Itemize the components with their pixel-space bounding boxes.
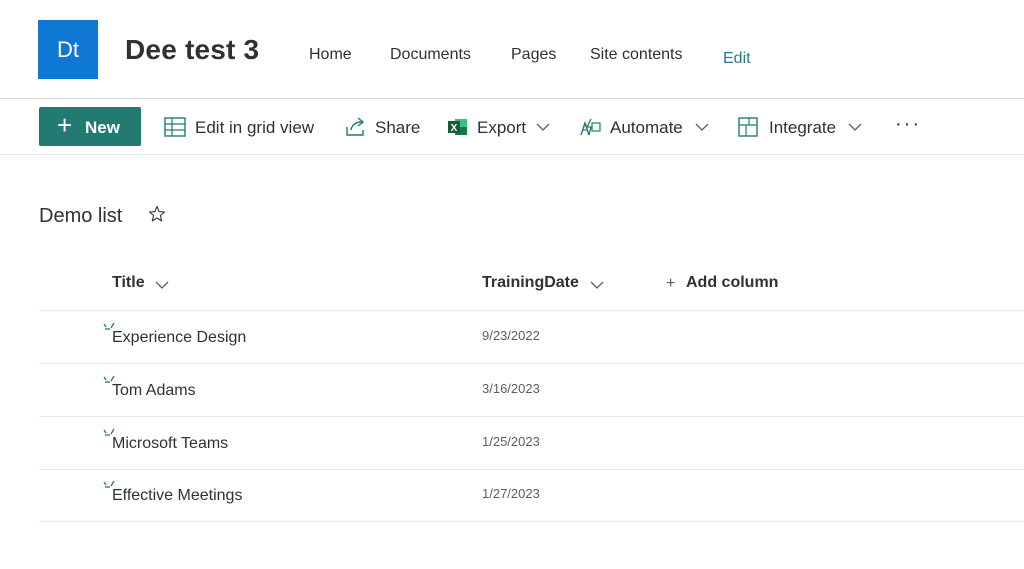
table-row[interactable]: Effective Meetings 1/27/2023 [39,469,1024,522]
plus-icon: + [57,110,73,140]
row-date: 1/27/2023 [482,486,540,501]
add-column-button[interactable]: Add column [686,274,778,292]
export-button[interactable]: X Export [447,99,557,155]
row-title[interactable]: Effective Meetings [112,487,242,505]
chevron-down-icon [848,123,862,131]
column-header-title[interactable]: Title [112,274,145,292]
site-header: Dt Dee test 3 Home Documents Pages Site … [0,0,1024,99]
automate-label: Automate [610,118,683,137]
table-row[interactable]: Experience Design 9/23/2022 [39,311,1024,364]
nav-link-site-contents[interactable]: Site contents [590,46,683,64]
automate-button[interactable]: Automate [579,99,714,155]
row-title[interactable]: Experience Design [112,329,246,347]
share-button[interactable]: Share [345,99,425,155]
nav-link-pages[interactable]: Pages [511,46,556,64]
nav-link-documents[interactable]: Documents [390,46,471,64]
edit-grid-view-label: Edit in grid view [195,118,315,137]
table-row[interactable]: Tom Adams 3/16/2023 [39,364,1024,417]
row-title[interactable]: Tom Adams [112,382,196,400]
chevron-down-icon[interactable] [155,278,169,292]
grid-icon [164,117,186,137]
share-label: Share [375,118,421,137]
chevron-down-icon [536,123,550,131]
new-button[interactable]: + New [39,107,141,146]
automate-icon [580,118,601,136]
row-date: 1/25/2023 [482,434,540,449]
svg-text:X: X [451,123,458,134]
share-icon [346,117,365,136]
command-bar: + New Edit in grid view Share X Export A… [0,99,1024,155]
row-date: 3/16/2023 [482,381,540,396]
chevron-down-icon [695,123,709,131]
row-date: 9/23/2022 [482,328,540,343]
nav-link-edit[interactable]: Edit [723,50,751,68]
edit-grid-view-button[interactable]: Edit in grid view [164,99,324,155]
row-title[interactable]: Microsoft Teams [112,435,228,453]
plus-icon: + [666,275,676,292]
more-options-button[interactable]: ··· [895,113,921,136]
site-title[interactable]: Dee test 3 [125,34,259,66]
table-row[interactable]: Microsoft Teams 1/25/2023 [39,417,1024,470]
new-button-label: New [85,118,120,137]
site-logo[interactable]: Dt [38,20,98,79]
column-header-training-date[interactable]: TrainingDate [482,274,579,292]
nav-link-home[interactable]: Home [309,46,352,64]
integrate-icon [738,117,758,137]
chevron-down-icon[interactable] [590,278,604,292]
excel-icon: X [448,119,467,135]
star-icon[interactable] [148,205,166,223]
integrate-button[interactable]: Integrate [738,99,868,155]
list-title: Demo list [39,205,123,227]
export-label: Export [477,118,527,137]
integrate-label: Integrate [769,118,837,137]
